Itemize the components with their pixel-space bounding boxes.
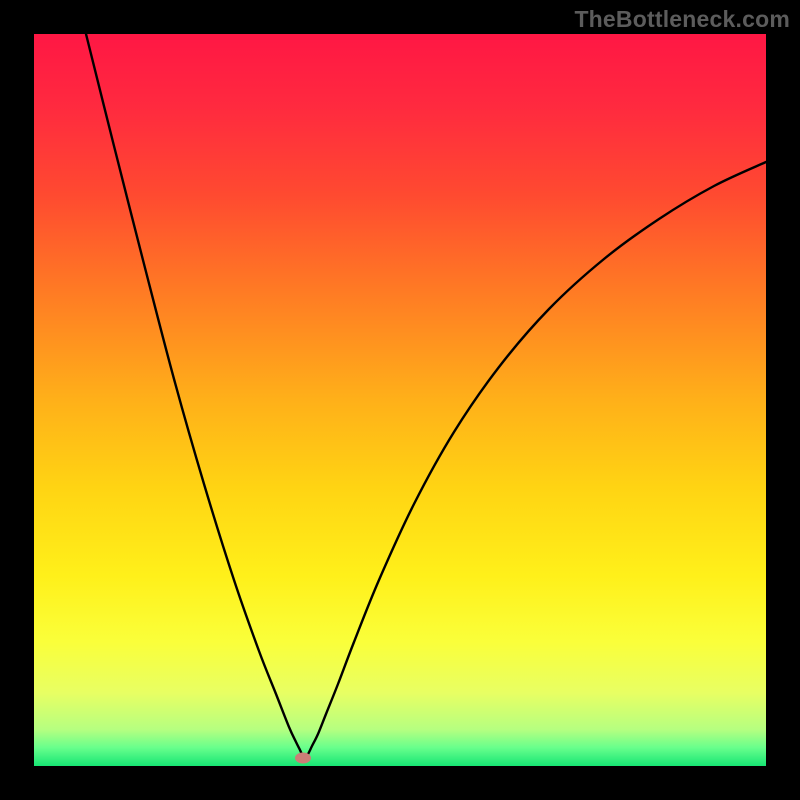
optimal-point-marker bbox=[295, 753, 311, 764]
watermark-text: TheBottleneck.com bbox=[574, 6, 790, 33]
chart-frame: TheBottleneck.com bbox=[0, 0, 800, 800]
bottleneck-curve bbox=[34, 34, 766, 766]
plot-area bbox=[34, 34, 766, 766]
